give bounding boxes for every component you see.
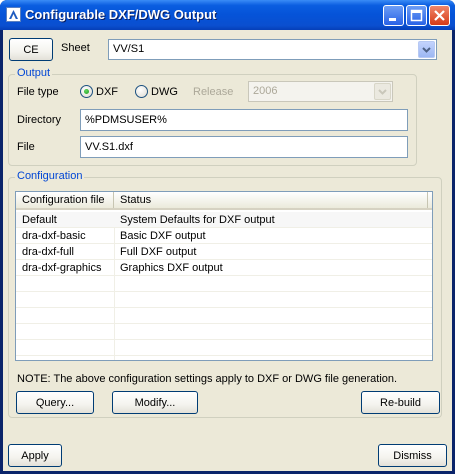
config-file-cell: dra-dxf-graphics: [22, 262, 102, 274]
list-item-empty: [16, 308, 432, 324]
configuration-group-title: Configuration: [15, 170, 85, 182]
config-status-cell: Basic DXF output: [120, 230, 206, 242]
list-item-empty: [16, 324, 432, 340]
column-header-configuration-file[interactable]: Configuration file: [16, 192, 114, 208]
directory-value: %PDMSUSER%: [85, 114, 167, 126]
app-icon: [6, 7, 21, 22]
sheet-select[interactable]: VV/S1: [108, 39, 437, 60]
column-header-status[interactable]: Status: [114, 192, 428, 208]
title-bar[interactable]: Configurable DXF/DWG Output: [0, 0, 455, 30]
file-input[interactable]: VV.S1.dxf: [80, 136, 408, 158]
dwg-radio[interactable]: [135, 85, 148, 98]
query-button[interactable]: Query...: [16, 391, 94, 414]
radio-selected-dot: [84, 89, 89, 94]
file-type-label: File type: [17, 86, 59, 98]
output-group-title: Output: [15, 67, 53, 79]
sheet-label: Sheet: [61, 42, 90, 54]
dxf-radio[interactable]: [80, 85, 93, 98]
dxf-radio-label[interactable]: DXF: [96, 86, 118, 98]
chevron-down-icon[interactable]: [418, 41, 435, 58]
rebuild-button[interactable]: Re-build: [361, 391, 440, 414]
dialog-window: Configurable DXF/DWG Output CE Sheet VV/…: [0, 0, 455, 474]
sheet-value: VV/S1: [113, 43, 145, 55]
file-value: VV.S1.dxf: [85, 141, 133, 153]
release-value: 2006: [253, 85, 278, 97]
config-file-cell: Default: [22, 214, 57, 226]
minimize-button[interactable]: [383, 5, 404, 26]
close-button[interactable]: [429, 5, 450, 26]
apply-button[interactable]: Apply: [8, 444, 62, 467]
dismiss-button[interactable]: Dismiss: [378, 444, 447, 467]
configuration-note: NOTE: The above configuration settings a…: [17, 373, 398, 385]
list-item-empty: [16, 292, 432, 308]
modify-button[interactable]: Modify...: [112, 391, 198, 414]
directory-input[interactable]: %PDMSUSER%: [80, 109, 408, 131]
config-status-cell: System Defaults for DXF output: [120, 214, 275, 226]
file-label: File: [17, 141, 35, 153]
list-item-empty: [16, 340, 432, 356]
release-select: 2006: [248, 81, 393, 102]
dialog-body: CE Sheet VV/S1 Output File type DXF DWG …: [3, 30, 452, 471]
config-status-cell: Graphics DXF output: [120, 262, 223, 274]
release-label: Release: [193, 86, 234, 98]
chevron-down-icon: [374, 83, 391, 100]
list-item-empty: [16, 276, 432, 292]
list-item[interactable]: dra-dxf-graphics Graphics DXF output: [16, 260, 432, 276]
maximize-button[interactable]: [406, 5, 427, 26]
list-item[interactable]: Default System Defaults for DXF output: [16, 212, 432, 228]
config-file-cell: dra-dxf-basic: [22, 230, 86, 242]
list-header: Configuration file Status: [16, 192, 432, 210]
config-status-cell: Full DXF output: [120, 246, 197, 258]
list-item[interactable]: dra-dxf-basic Basic DXF output: [16, 228, 432, 244]
directory-label: Directory: [17, 114, 62, 126]
window-title: Configurable DXF/DWG Output: [25, 7, 217, 22]
configuration-list[interactable]: Configuration file Status Default System…: [15, 191, 433, 361]
dwg-radio-label[interactable]: DWG: [151, 86, 178, 98]
config-file-cell: dra-dxf-full: [22, 246, 74, 258]
ce-button[interactable]: CE: [9, 38, 53, 61]
list-item[interactable]: dra-dxf-full Full DXF output: [16, 244, 432, 260]
